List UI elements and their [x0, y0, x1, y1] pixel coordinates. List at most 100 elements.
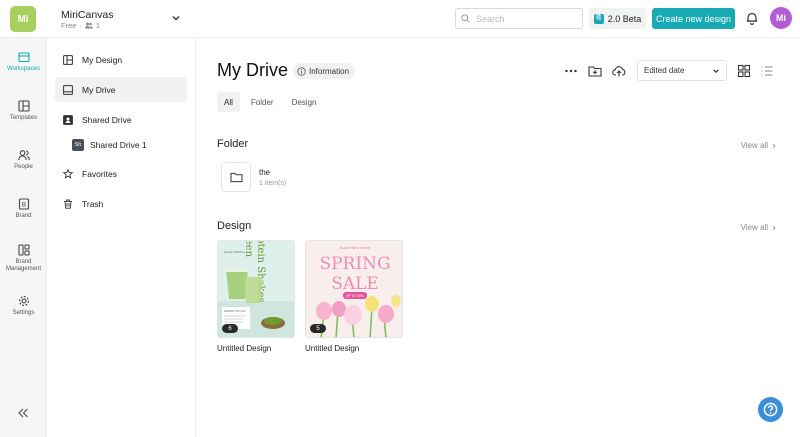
workspaces-icon	[17, 52, 30, 63]
folder-view-all-link[interactable]: View all	[741, 141, 777, 150]
plan-label: Free	[61, 21, 77, 30]
nav-label-my-design: My Design	[82, 54, 123, 65]
gear-icon	[18, 296, 29, 306]
chevron-right-icon	[772, 225, 776, 230]
rail-item-people[interactable]: People	[0, 149, 47, 171]
main-content: My Drive Information Edited date All Fol…	[196, 38, 800, 437]
chevron-down-icon	[713, 68, 719, 73]
info-icon	[297, 66, 306, 76]
matcha-box-title: GREEN TO GO	[224, 309, 246, 313]
sort-value: Edited date	[644, 66, 685, 75]
folder-card[interactable]: the 1 item(s)	[221, 162, 361, 192]
design-title[interactable]: Untitled Design	[305, 344, 403, 353]
tab-folder[interactable]: Folder	[244, 92, 281, 112]
design-card[interactable]: Green Matcha Protein Shakes Green GREEN …	[217, 240, 295, 353]
separator-dot: ·	[79, 21, 82, 30]
rail-label-templates: Templates	[9, 115, 38, 121]
beta-button[interactable]: ⎘ 2.0 Beta	[589, 8, 646, 29]
more-options-icon[interactable]	[564, 64, 578, 78]
workspace-logo[interactable]: Mi	[10, 6, 36, 32]
nav-label-shared-drive: Shared Drive	[82, 114, 132, 125]
logo-text: Mi	[17, 13, 29, 25]
rail-label-brand-management: Brand Management	[5, 259, 42, 272]
search-box[interactable]	[455, 8, 583, 29]
nav-item-shared-drive-1[interactable]: Sh Shared Drive 1	[72, 135, 187, 155]
nav-item-trash[interactable]: Trash	[55, 191, 187, 216]
icon-rail: Workspaces Templates People B Brand Bran…	[0, 38, 47, 437]
spring-line-2: SALE	[331, 274, 379, 294]
folder-section-title: Folder	[217, 138, 249, 150]
shared-drive-1-badge: Sh	[72, 139, 84, 151]
rail-label-people: People	[14, 164, 33, 170]
spring-line-1: SPRING	[319, 254, 390, 274]
folder-name: the	[259, 167, 271, 177]
help-question-icon	[763, 402, 778, 417]
tab-all[interactable]: All	[217, 92, 240, 112]
nav-item-my-design[interactable]: My Design	[55, 47, 187, 72]
drive-icon	[63, 84, 73, 95]
workspace-meta: Free · 1	[61, 21, 100, 30]
chevron-right-icon	[772, 143, 776, 148]
brand-management-icon	[17, 244, 30, 256]
info-label: Information	[309, 66, 350, 76]
rail-item-settings[interactable]: Settings	[0, 295, 47, 317]
search-icon	[461, 14, 470, 23]
page-title: My Drive	[217, 60, 288, 80]
trash-icon	[64, 199, 72, 209]
upload-cloud-icon[interactable]	[612, 64, 626, 78]
beta-logo-icon: ⎘	[593, 13, 604, 24]
nav-item-shared-drive[interactable]: Shared Drive	[55, 107, 187, 132]
folder-icon	[221, 162, 251, 192]
bell-icon[interactable]	[745, 11, 759, 25]
matcha-headline-2: Green	[243, 241, 254, 258]
top-header: Mi MiriCanvas Free · 1 ⎘ 2.0 Beta Create…	[0, 0, 800, 38]
rail-item-brand[interactable]: B Brand	[0, 198, 47, 220]
nav-item-my-drive[interactable]: My Drive	[55, 77, 187, 102]
collapse-sidebar-icon[interactable]	[17, 408, 29, 418]
information-button[interactable]: Information	[293, 63, 356, 79]
sort-dropdown[interactable]: Edited date	[637, 60, 727, 81]
rail-label-workspaces: Workspaces	[7, 66, 40, 72]
nav-item-favorites[interactable]: Favorites	[55, 161, 187, 186]
members-icon	[84, 22, 93, 29]
rail-label-settings: Settings	[12, 310, 35, 316]
star-icon	[63, 168, 73, 179]
help-button[interactable]	[758, 397, 783, 422]
design-card[interactable]: BLOOM INTO FRESH SPRING SALE UP TO 40% 5…	[305, 240, 403, 353]
new-folder-icon[interactable]	[588, 64, 602, 78]
workspace-name[interactable]: MiriCanvas	[61, 9, 114, 21]
tab-design[interactable]: Design	[285, 92, 324, 112]
design-thumbnail-spring-sale[interactable]: BLOOM INTO FRESH SPRING SALE UP TO 40% 5	[305, 240, 403, 338]
rail-item-brand-management[interactable]: Brand Management	[0, 244, 47, 273]
filter-tabs: All Folder Design	[217, 92, 323, 112]
matcha-tag: Green Matcha	[224, 250, 245, 254]
design-view-all-link[interactable]: View all	[741, 223, 777, 232]
page-count-badge: 5	[310, 324, 326, 333]
folder-text: the 1 item(s)	[259, 168, 286, 187]
page-count-badge: 6	[222, 324, 238, 333]
rail-item-templates[interactable]: Templates	[0, 100, 47, 122]
search-input[interactable]	[476, 13, 571, 24]
list-view-icon[interactable]	[760, 64, 774, 78]
avatar-initials: Mi	[776, 13, 786, 23]
brand-icon: B	[18, 198, 29, 210]
rail-item-workspaces[interactable]: Workspaces	[0, 51, 47, 73]
design-title[interactable]: Untitled Design	[217, 344, 295, 353]
grid-view-icon[interactable]	[737, 64, 751, 78]
templates-icon	[17, 100, 30, 112]
spring-badge: UP TO 40%	[346, 294, 364, 298]
people-icon	[17, 150, 30, 161]
folder-view-all-label: View all	[740, 141, 768, 150]
design-thumbnail-matcha[interactable]: Green Matcha Protein Shakes Green GREEN …	[217, 240, 295, 338]
create-new-design-button[interactable]: Create new design	[652, 8, 735, 29]
nav-label-favorites: Favorites	[82, 168, 117, 179]
beta-label: 2.0 Beta	[607, 13, 642, 24]
my-design-icon	[63, 54, 73, 65]
nav-label-trash: Trash	[82, 198, 104, 209]
avatar[interactable]: Mi	[770, 7, 792, 29]
shared-drive-icon	[63, 114, 73, 125]
spring-kicker: BLOOM INTO FRESH	[340, 246, 370, 250]
chevron-down-icon[interactable]	[171, 13, 181, 23]
svg-text:B: B	[21, 201, 25, 209]
drive-nav: My Design My Drive Shared Drive Sh Share…	[47, 38, 196, 437]
